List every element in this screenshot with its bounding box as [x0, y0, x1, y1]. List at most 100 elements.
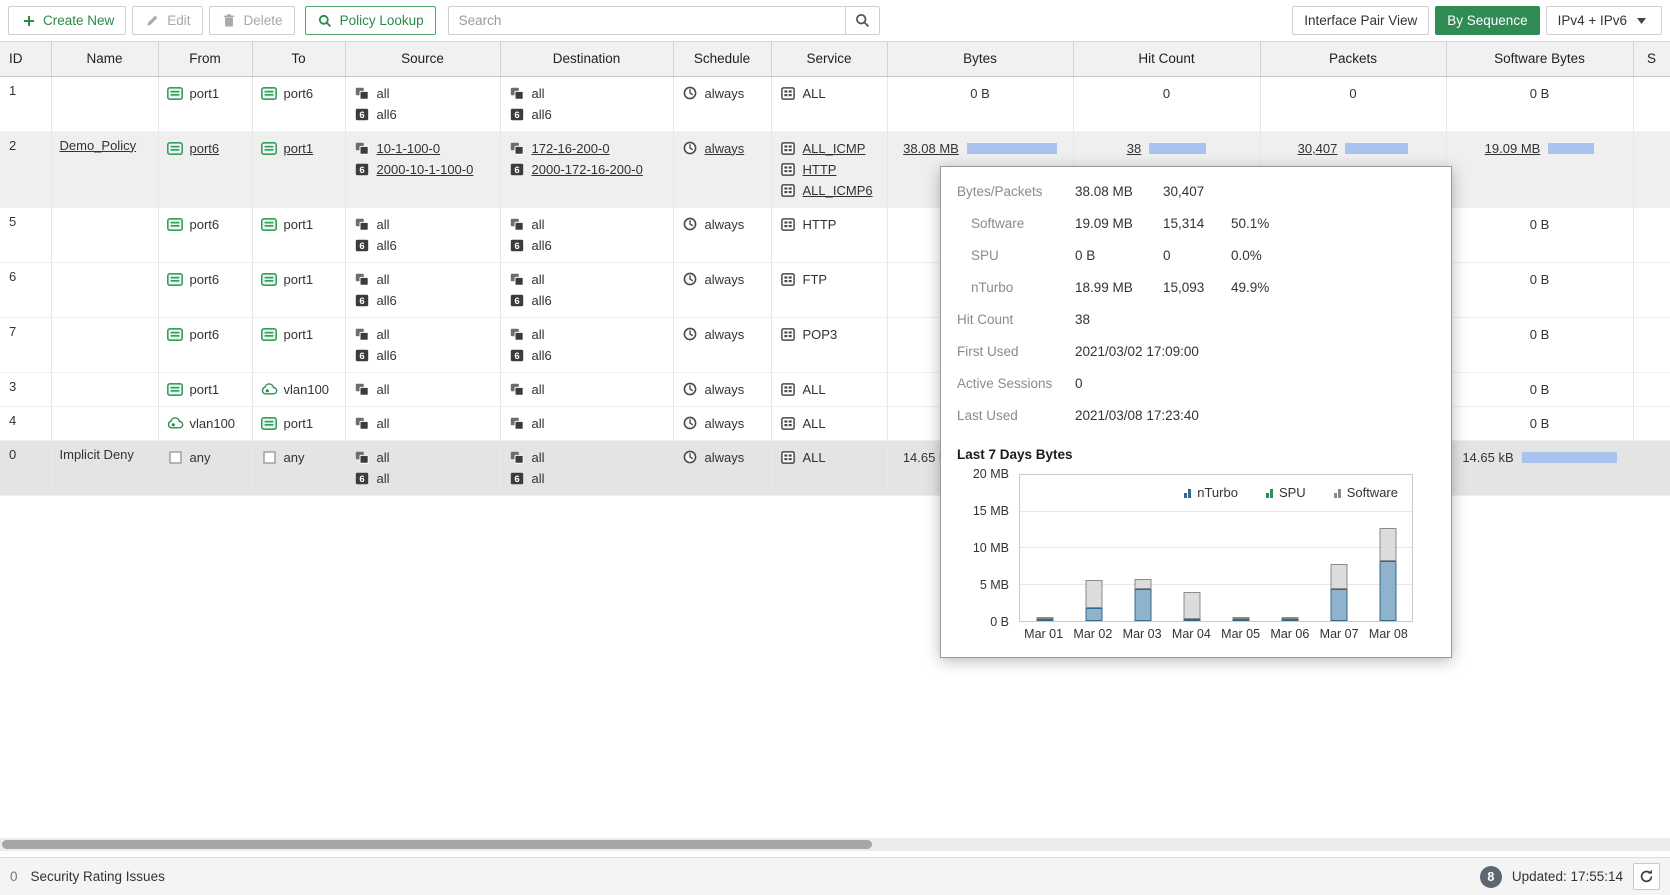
schedule-chip[interactable]: always	[682, 413, 763, 434]
subnet-chip[interactable]: all	[354, 324, 492, 345]
column-header-hit-count[interactable]: Hit Count	[1073, 42, 1260, 76]
interface-chip[interactable]: port1	[167, 379, 244, 400]
column-header-from[interactable]: From	[158, 42, 252, 76]
subnet6-chip[interactable]: 6all6	[354, 290, 492, 311]
interface-chip[interactable]: port6	[167, 269, 244, 290]
column-header-source[interactable]: Source	[345, 42, 500, 76]
metric-value: 0 B	[1455, 413, 1625, 434]
search-input[interactable]	[449, 13, 845, 28]
security-rating-label[interactable]: Security Rating Issues	[31, 869, 165, 884]
interface-chip[interactable]: port6	[261, 83, 337, 104]
ip-version-dropdown[interactable]: IPv4 + IPv6	[1546, 6, 1662, 35]
by-sequence-button[interactable]: By Sequence	[1435, 6, 1539, 35]
notification-badge[interactable]: 8	[1480, 866, 1502, 888]
column-header-bytes[interactable]: Bytes	[887, 42, 1073, 76]
schedule-chip[interactable]: always	[682, 447, 763, 468]
refresh-button[interactable]	[1633, 863, 1660, 890]
subnet6-chip[interactable]: 6all6	[354, 235, 492, 256]
service-chip[interactable]: FTP	[780, 269, 879, 290]
chip-label: all6	[377, 238, 397, 253]
subnet-chip[interactable]: 172-16-200-0	[509, 138, 665, 159]
service-icon	[780, 328, 797, 341]
service-chip[interactable]: POP3	[780, 324, 879, 345]
interface-pair-view-button[interactable]: Interface Pair View	[1292, 6, 1429, 35]
schedule-chip[interactable]: always	[682, 214, 763, 235]
subnet6-chip[interactable]: 6all6	[509, 104, 665, 125]
service-chip[interactable]: ALL_ICMP	[780, 138, 879, 159]
interface-chip[interactable]: port1	[261, 269, 337, 290]
delete-button[interactable]: Delete	[209, 6, 295, 35]
column-header-name[interactable]: Name	[51, 42, 158, 76]
service-chip[interactable]: ALL	[780, 447, 879, 468]
service-chip[interactable]: ALL_ICMP6	[780, 180, 879, 201]
subnet-chip[interactable]: 10-1-100-0	[354, 138, 492, 159]
any-chip[interactable]: any	[167, 447, 244, 468]
bar-segment-nturbo	[1134, 589, 1151, 621]
chip-label: port6	[190, 217, 220, 232]
schedule-chip[interactable]: always	[682, 269, 763, 290]
service-icon	[780, 417, 797, 430]
column-header-to[interactable]: To	[252, 42, 345, 76]
subnet6-chip[interactable]: 62000-10-1-100-0	[354, 159, 492, 180]
schedule-chip[interactable]: always	[682, 379, 763, 400]
subnet-chip[interactable]: all	[509, 447, 665, 468]
column-header-packets[interactable]: Packets	[1260, 42, 1446, 76]
interface-chip[interactable]: port6	[167, 214, 244, 235]
subnet-chip[interactable]: all	[509, 83, 665, 104]
schedule-chip[interactable]: always	[682, 138, 763, 159]
subnet-chip[interactable]: all	[354, 214, 492, 235]
interface-chip[interactable]: port6	[167, 138, 244, 159]
policy-lookup-button[interactable]: Policy Lookup	[305, 6, 436, 35]
subnet6-chip[interactable]: 6all6	[509, 235, 665, 256]
subnet-chip[interactable]: all	[354, 447, 492, 468]
schedule-chip[interactable]: always	[682, 324, 763, 345]
vlan-chip[interactable]: vlan100	[261, 379, 337, 400]
chip-label: FTP	[803, 272, 828, 287]
search-submit-button[interactable]	[845, 7, 879, 34]
subnet6-chip[interactable]: 6all6	[354, 345, 492, 366]
subnet6-icon: 6	[354, 472, 371, 485]
subnet6-chip[interactable]: 6all6	[354, 104, 492, 125]
edit-button[interactable]: Edit	[132, 6, 202, 35]
subnet-chip[interactable]: all	[354, 269, 492, 290]
subnet-chip[interactable]: all	[509, 269, 665, 290]
interface-chip[interactable]: port1	[167, 83, 244, 104]
column-header-id[interactable]: ID	[0, 42, 51, 76]
interface-chip[interactable]: port1	[261, 138, 337, 159]
policy-name[interactable]: Demo_Policy	[60, 138, 137, 153]
subnet6-chip[interactable]: 6all6	[509, 290, 665, 311]
subnet-chip[interactable]: all	[509, 324, 665, 345]
column-header-destination[interactable]: Destination	[500, 42, 673, 76]
service-chip[interactable]: HTTP	[780, 214, 879, 235]
vlan-chip[interactable]: vlan100	[167, 413, 244, 434]
horizontal-scrollbar[interactable]	[0, 838, 1670, 851]
column-header-schedule[interactable]: Schedule	[673, 42, 771, 76]
interface-chip[interactable]: port6	[167, 324, 244, 345]
interface-chip[interactable]: port1	[261, 413, 337, 434]
service-chip[interactable]: ALL	[780, 83, 879, 104]
subnet-chip[interactable]: all	[354, 413, 492, 434]
subnet-chip[interactable]: all	[509, 379, 665, 400]
subnet-chip[interactable]: all	[509, 413, 665, 434]
column-header-service[interactable]: Service	[771, 42, 887, 76]
column-header-software-bytes[interactable]: Software Bytes	[1446, 42, 1633, 76]
subnet6-chip[interactable]: 6all	[509, 468, 665, 489]
schedule-chip[interactable]: always	[682, 83, 763, 104]
subnet-chip[interactable]: all	[354, 83, 492, 104]
create-new-button[interactable]: Create New	[8, 6, 126, 35]
interface-chip[interactable]: port1	[261, 324, 337, 345]
interface-chip[interactable]: port1	[261, 214, 337, 235]
policy-row-1[interactable]: 1port1port6all6all6all6all6alwaysALL0 B0…	[0, 76, 1670, 131]
subnet6-chip[interactable]: 62000-172-16-200-0	[509, 159, 665, 180]
any-chip[interactable]: any	[261, 447, 337, 468]
service-chip[interactable]: HTTP	[780, 159, 879, 180]
scrollbar-thumb[interactable]	[2, 840, 872, 849]
subnet-chip[interactable]: all	[354, 379, 492, 400]
policy-name[interactable]: Implicit Deny	[60, 447, 134, 462]
column-header-s[interactable]: S	[1633, 42, 1670, 76]
subnet6-chip[interactable]: 6all	[354, 468, 492, 489]
service-chip[interactable]: ALL	[780, 413, 879, 434]
service-chip[interactable]: ALL	[780, 379, 879, 400]
subnet6-chip[interactable]: 6all6	[509, 345, 665, 366]
subnet-chip[interactable]: all	[509, 214, 665, 235]
